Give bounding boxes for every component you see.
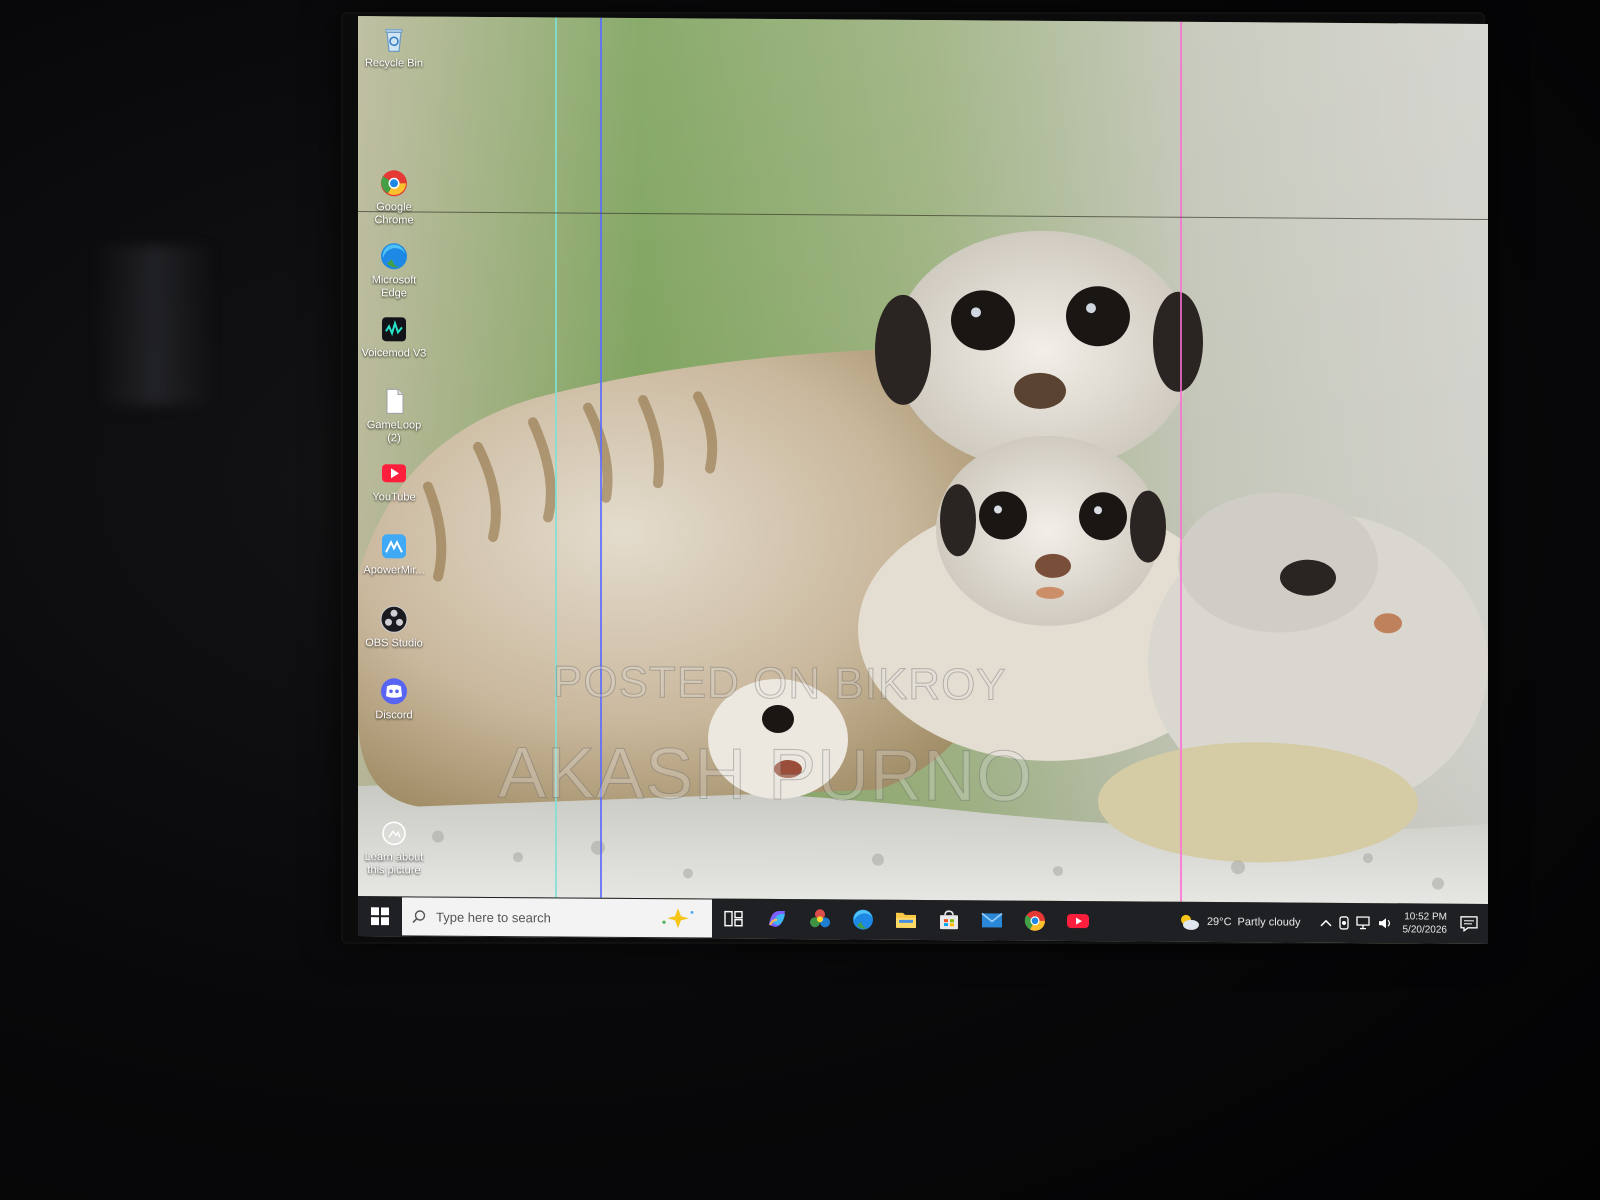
- search-icon: [412, 910, 426, 924]
- desktop-icon-discord[interactable]: Discord: [358, 676, 430, 723]
- desktop-icon-label: GameLoop (2): [366, 419, 422, 445]
- taskbar-search-box[interactable]: Type here to search: [402, 897, 712, 938]
- network-icon: [1355, 916, 1370, 930]
- speaker-icon: [1378, 918, 1390, 929]
- file-explorer-icon: [895, 912, 916, 928]
- discord-icon: [381, 678, 407, 705]
- desktop-icon-label: YouTube: [372, 491, 416, 504]
- task-view-icon: [723, 910, 743, 927]
- taskbar-photos[interactable]: [798, 899, 841, 939]
- desktop-icon-label: Microsoft Edge: [371, 274, 417, 300]
- start-button[interactable]: [358, 896, 402, 936]
- show-hidden-icons-button[interactable]: [1319, 918, 1332, 928]
- watermark-line-2: AKASH PURNO: [498, 733, 1034, 818]
- taskbar-chrome[interactable]: [1013, 901, 1056, 941]
- camera-icon: [382, 821, 406, 846]
- windows-logo-icon: [371, 907, 389, 926]
- desktop-icon-voicemod[interactable]: Voicemod V3: [358, 314, 430, 361]
- desktop-icon-apowermirror[interactable]: ApowerMir...: [358, 531, 430, 578]
- photos-icon: [809, 909, 830, 928]
- taskbar-task-view[interactable]: [712, 899, 755, 939]
- taskbar-mail[interactable]: [970, 900, 1013, 940]
- partly-cloudy-icon: [1180, 914, 1199, 930]
- weather-widget[interactable]: 29°C Partly cloudy: [1177, 912, 1301, 933]
- clock-time: 10:52 PM: [1404, 911, 1447, 923]
- file-icon: [386, 388, 404, 414]
- taskbar-copilot[interactable]: [755, 899, 798, 939]
- device-icon: [1338, 916, 1349, 930]
- sparkle-icon: [662, 908, 694, 929]
- weather-description: Partly cloudy: [1237, 916, 1301, 929]
- desktop-icon-label: OBS Studio: [365, 637, 423, 650]
- system-tray: 29°C Partly cloudy 10:52 PM 5/20/2026: [1177, 902, 1488, 944]
- taskbar-edge[interactable]: [841, 899, 884, 939]
- taskbar-store[interactable]: [927, 900, 970, 940]
- chrome-icon: [1024, 910, 1045, 931]
- desktop-icon-label: Discord: [375, 709, 413, 722]
- desktop-icon-recycle-bin[interactable]: Recycle Bin: [358, 24, 430, 71]
- mail-icon: [981, 912, 1002, 928]
- watermark-line-1: POSTED ON BIKROY: [553, 657, 1008, 710]
- desktop-icon-label: ApowerMir...: [363, 564, 425, 577]
- desktop-icon-label: Voicemod V3: [361, 347, 427, 360]
- search-placeholder: Type here to search: [436, 909, 551, 925]
- taskbar: Type here to search 29°C Partly cloudy 1…: [358, 896, 1488, 944]
- taskbar-clock[interactable]: 10:52 PM 5/20/2026: [1403, 910, 1448, 936]
- edge-icon: [852, 909, 873, 930]
- desktop-icon-learn-about-picture[interactable]: Learn about this picture: [358, 818, 430, 878]
- recycle-bin-icon: [385, 28, 403, 52]
- clock-date: 5/20/2026: [1402, 924, 1448, 936]
- photo-scene: Recycle Bin Google Chrome Microsoft Edge: [0, 0, 1600, 1200]
- wall-reflection: [95, 245, 215, 405]
- chevron-up-icon: [1319, 919, 1332, 927]
- taskbar-youtube[interactable]: [1056, 901, 1099, 941]
- edge-icon: [381, 243, 407, 270]
- apowermirror-icon: [382, 534, 406, 559]
- desktop-screen: Recycle Bin Google Chrome Microsoft Edge: [358, 16, 1488, 944]
- voicemod-icon: [382, 317, 406, 342]
- desktop-icon-label: Google Chrome: [374, 201, 414, 227]
- store-icon: [939, 910, 958, 930]
- desktop-icon-label: Recycle Bin: [364, 57, 424, 70]
- desktop-icon-google-chrome[interactable]: Google Chrome: [358, 168, 430, 228]
- desktop-icon-microsoft-edge[interactable]: Microsoft Edge: [358, 241, 430, 301]
- desktop-icon-label: Learn about this picture: [364, 851, 424, 877]
- network-button[interactable]: [1355, 916, 1372, 930]
- notification-icon: [1460, 916, 1478, 932]
- obs-icon: [380, 605, 408, 633]
- copilot-icon: [768, 910, 785, 927]
- taskbar-file-explorer[interactable]: [884, 900, 927, 940]
- desktop-icon-gameloop[interactable]: GameLoop (2): [358, 386, 430, 446]
- youtube-icon: [382, 464, 406, 483]
- tray-device-button[interactable]: [1338, 916, 1350, 930]
- chrome-icon: [381, 170, 407, 197]
- weather-temperature: 29°C: [1206, 915, 1232, 929]
- desktop-icon-youtube[interactable]: YouTube: [358, 458, 430, 505]
- display-artifact-line: [1180, 21, 1182, 902]
- volume-button[interactable]: [1378, 916, 1394, 930]
- youtube-icon: [1066, 914, 1089, 929]
- desktop-icon-obs-studio[interactable]: OBS Studio: [358, 604, 430, 651]
- notification-center-button[interactable]: [1460, 916, 1478, 932]
